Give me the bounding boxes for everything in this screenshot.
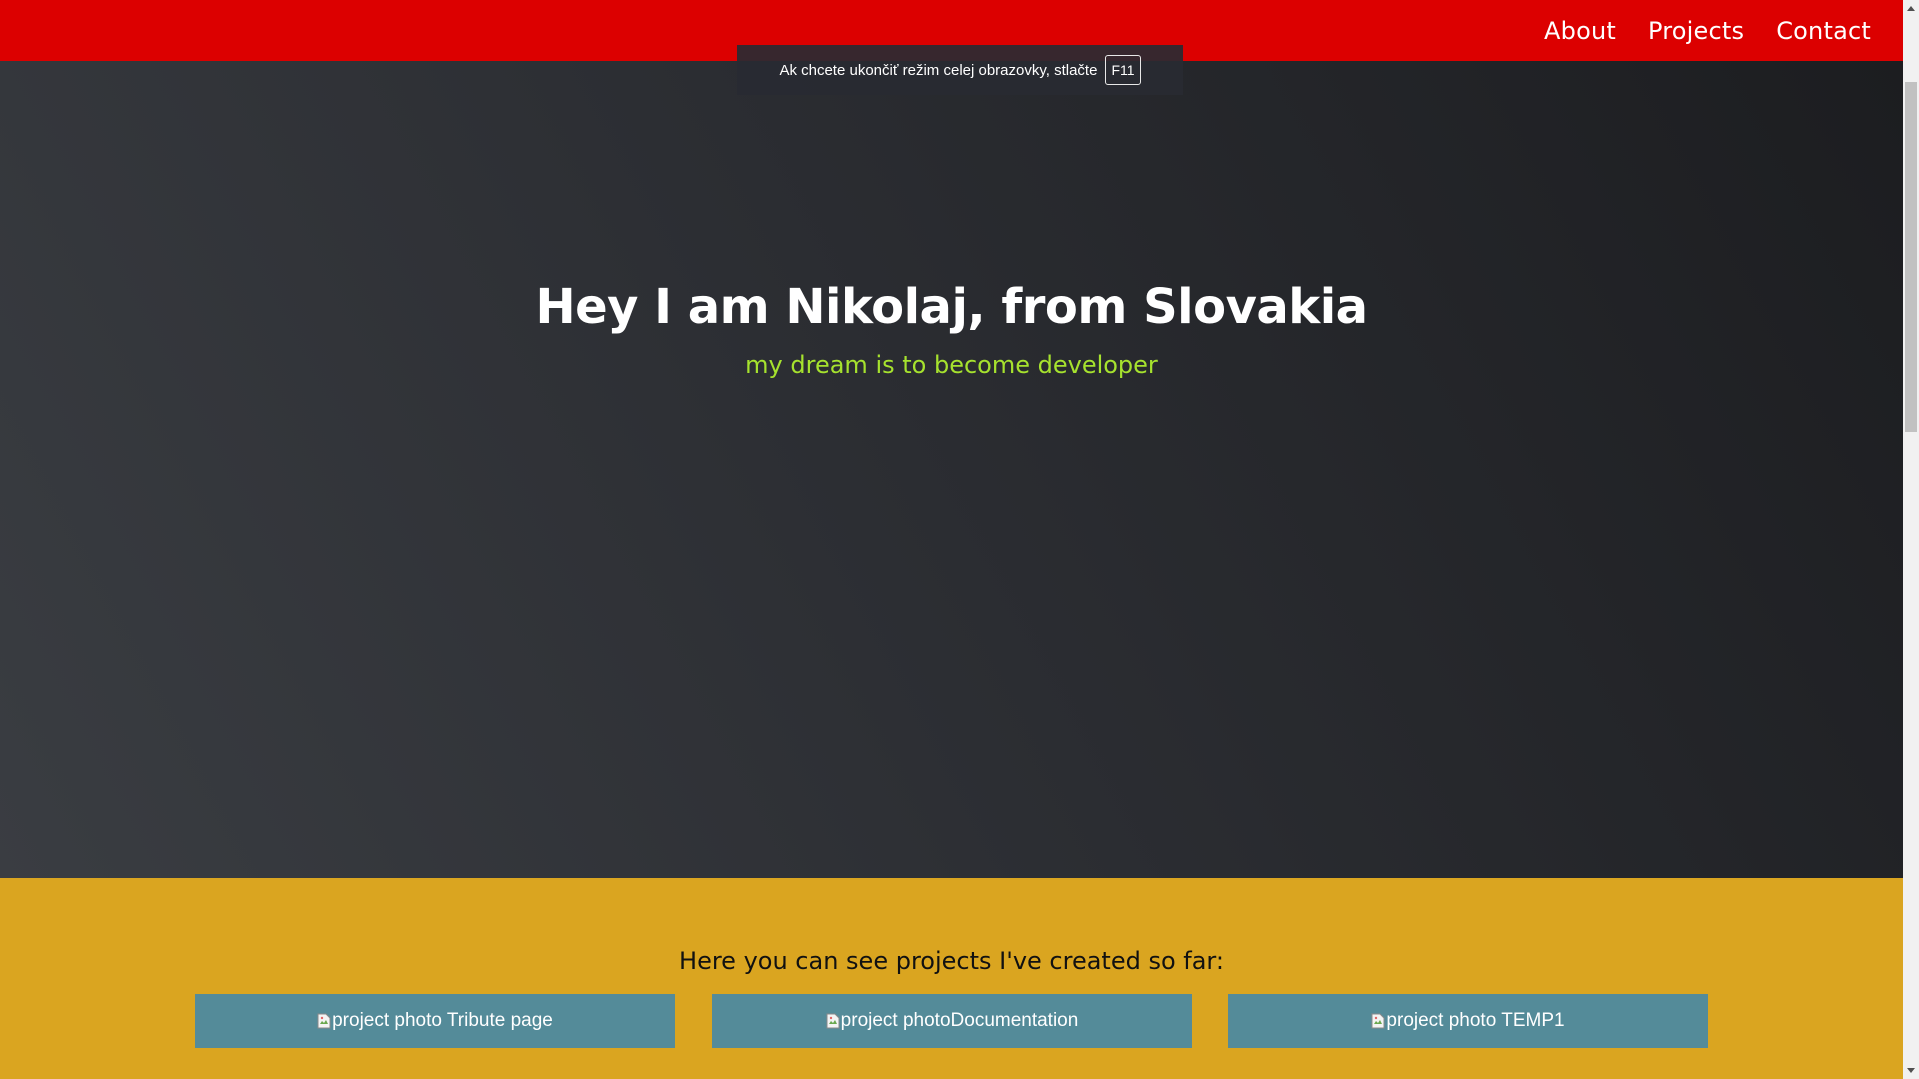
project-tile-tribute-page[interactable]: project photo Tribute page [195,994,675,1048]
scroll-down-arrow-icon[interactable] [1903,1062,1919,1079]
project-image-documentation: project photoDocumentation [826,1010,1079,1032]
project-image-alt-text: project photoDocumentation [840,1010,1079,1031]
hero-title: Hey I am Nikolaj, from Slovakia [535,279,1368,335]
projects-section: Here you can see projects I've created s… [0,878,1903,1079]
project-tile-documentation[interactable]: project photoDocumentation [712,994,1192,1048]
broken-image-icon [317,1013,331,1029]
project-tile-temp1[interactable]: project photo TEMP1 [1228,994,1708,1048]
project-image-temp1: project photo TEMP1 [1371,1010,1565,1032]
nav-link-projects[interactable]: Projects [1632,17,1760,45]
browser-viewport: About Projects Contact Hey I am Nikolaj,… [0,0,1919,1079]
scrollbar-thumb[interactable] [1905,82,1917,432]
fullscreen-exit-notice: Ak chcete ukončiť režim celej obrazovky,… [737,45,1183,95]
project-image-tribute-page: project photo Tribute page [317,1010,553,1032]
project-image-alt-text: project photo Tribute page [332,1010,553,1031]
broken-image-icon [826,1013,840,1029]
nav-links: About Projects Contact [1528,0,1887,61]
vertical-scrollbar[interactable] [1903,0,1919,1079]
scroll-up-arrow-icon[interactable] [1903,0,1919,17]
f11-key-badge: F11 [1105,55,1141,85]
fullscreen-notice-text: Ak chcete ukončiť režim celej obrazovky,… [779,61,1098,79]
projects-heading: Here you can see projects I've created s… [679,947,1224,975]
broken-image-icon [1371,1013,1385,1029]
project-image-alt-text: project photo TEMP1 [1386,1010,1565,1031]
nav-link-contact[interactable]: Contact [1760,17,1887,45]
nav-link-about[interactable]: About [1528,17,1632,45]
hero-section: Hey I am Nikolaj, from Slovakia my dream… [0,61,1903,878]
hero-subtitle: my dream is to become developer [745,351,1158,379]
